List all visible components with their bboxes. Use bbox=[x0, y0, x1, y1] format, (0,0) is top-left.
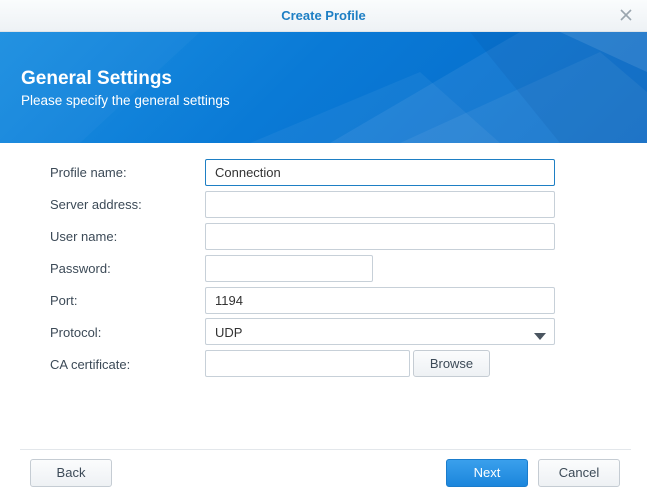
cancel-button[interactable]: Cancel bbox=[538, 459, 620, 487]
port-label: Port: bbox=[50, 293, 78, 308]
protocol-label: Protocol: bbox=[50, 325, 102, 340]
banner-heading: General Settings bbox=[21, 68, 172, 89]
protocol-selected-value: UDP bbox=[215, 325, 243, 340]
next-button[interactable]: Next bbox=[446, 459, 528, 487]
title-bar: Create Profile bbox=[0, 0, 647, 32]
footer-divider bbox=[20, 449, 631, 450]
port-input[interactable] bbox=[205, 287, 555, 314]
profile-name-label: Profile name: bbox=[50, 165, 127, 180]
header-banner: General Settings Please specify the gene… bbox=[0, 32, 647, 143]
user-name-input[interactable] bbox=[205, 223, 555, 250]
server-address-label: Server address: bbox=[50, 197, 142, 212]
ca-certificate-label: CA certificate: bbox=[50, 357, 131, 372]
banner-subheading: Please specify the general settings bbox=[21, 93, 230, 108]
protocol-select[interactable]: UDP bbox=[205, 318, 555, 345]
profile-name-input[interactable] bbox=[205, 159, 555, 186]
server-address-input[interactable] bbox=[205, 191, 555, 218]
ca-certificate-input[interactable] bbox=[205, 350, 410, 377]
password-input[interactable] bbox=[205, 255, 373, 282]
browse-button[interactable]: Browse bbox=[413, 350, 490, 377]
chevron-down-icon bbox=[534, 328, 546, 346]
close-icon[interactable] bbox=[617, 6, 635, 24]
back-button[interactable]: Back bbox=[30, 459, 112, 487]
window-title: Create Profile bbox=[281, 8, 366, 23]
password-label: Password: bbox=[50, 261, 111, 276]
user-name-label: User name: bbox=[50, 229, 118, 244]
